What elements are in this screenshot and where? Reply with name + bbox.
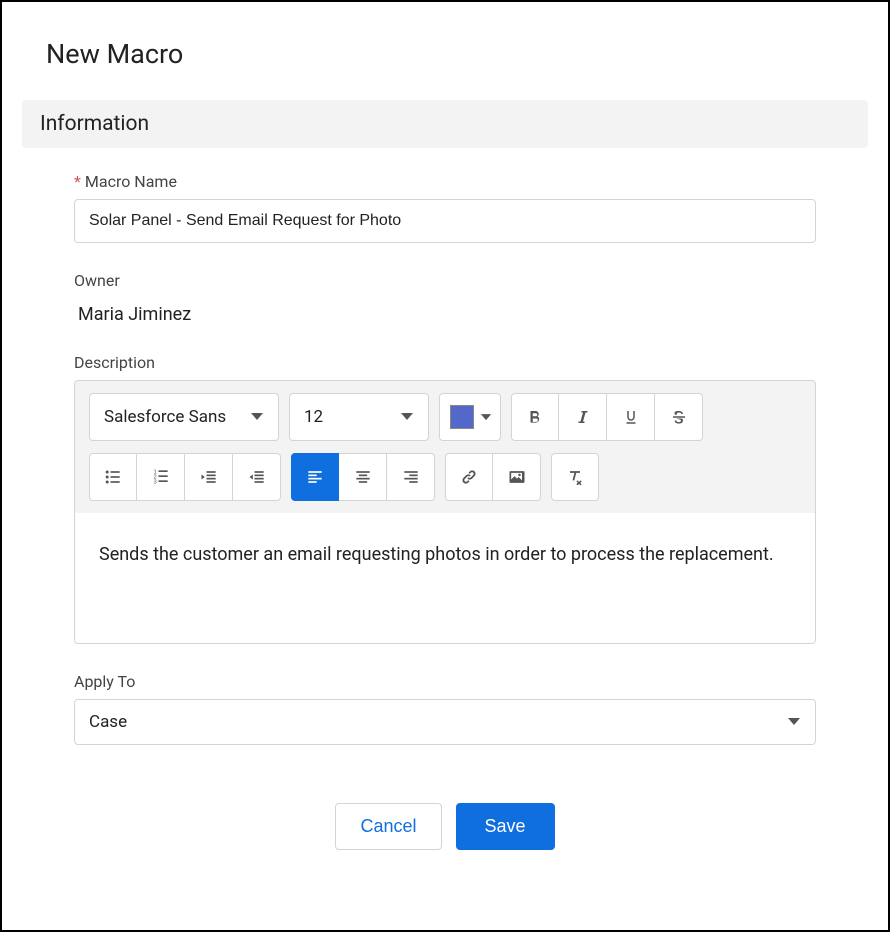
indent-button[interactable] xyxy=(233,453,281,501)
apply-to-label: Apply To xyxy=(74,672,816,691)
caret-down-icon xyxy=(250,412,264,422)
link-button[interactable] xyxy=(445,453,493,501)
caret-down-icon xyxy=(787,717,801,727)
align-left-button[interactable] xyxy=(291,453,339,501)
description-editor[interactable]: Sends the customer an email requesting p… xyxy=(75,513,815,643)
outdent-button[interactable] xyxy=(185,453,233,501)
font-family-select[interactable]: Salesforce Sans xyxy=(89,393,279,441)
macro-name-input[interactable] xyxy=(74,199,816,243)
section-information: Information xyxy=(22,100,868,148)
rich-text-editor: Salesforce Sans 12 xyxy=(74,380,816,644)
macro-name-label: *Macro Name xyxy=(74,172,816,191)
description-label: Description xyxy=(74,353,816,372)
clear-formatting-button[interactable] xyxy=(551,453,599,501)
owner-label: Owner xyxy=(74,271,816,290)
image-button[interactable] xyxy=(493,453,541,501)
color-swatch xyxy=(450,405,474,429)
caret-down-icon xyxy=(400,412,414,422)
strikethrough-button[interactable] xyxy=(655,393,703,441)
owner-value: Maria Jiminez xyxy=(74,298,816,325)
svg-text:3: 3 xyxy=(153,480,156,486)
bold-button[interactable] xyxy=(511,393,559,441)
align-center-button[interactable] xyxy=(339,453,387,501)
bullet-list-button[interactable] xyxy=(89,453,137,501)
save-button[interactable]: Save xyxy=(456,803,555,850)
caret-down-icon xyxy=(480,413,492,422)
italic-button[interactable] xyxy=(559,393,607,441)
text-color-picker[interactable] xyxy=(439,393,501,441)
page-title: New Macro xyxy=(46,38,868,70)
numbered-list-button[interactable]: 123 xyxy=(137,453,185,501)
editor-toolbar: Salesforce Sans 12 xyxy=(75,381,815,513)
font-size-select[interactable]: 12 xyxy=(289,393,429,441)
underline-button[interactable] xyxy=(607,393,655,441)
required-indicator: * xyxy=(74,172,81,191)
align-right-button[interactable] xyxy=(387,453,435,501)
apply-to-select[interactable]: Case xyxy=(74,699,816,745)
cancel-button[interactable]: Cancel xyxy=(335,803,441,850)
